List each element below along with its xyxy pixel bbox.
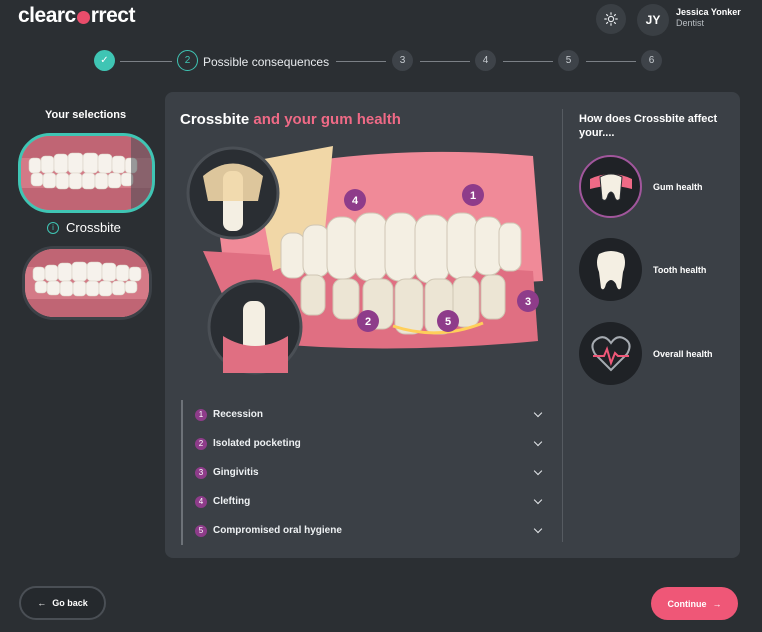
step-number: 2 [184,55,191,66]
step-connector [586,61,636,62]
marker-5-label: 5 [445,316,451,328]
step-2-label: Possible consequences [203,55,330,69]
consequence-number: 4 [195,495,207,508]
side-item-gum-health[interactable]: Gum health [579,155,703,218]
step-4[interactable]: 4 [475,50,496,71]
side-item-label: Tooth health [653,264,707,275]
go-back-label: Go back [52,598,88,608]
side-item-label: Overall health [653,348,713,359]
crossbite-teeth-image [21,136,152,210]
accordion-item-compromised-oral-hygiene[interactable]: 5 Compromised oral hygiene [181,516,551,545]
sun-icon [604,12,618,26]
gum-health-icon [579,155,642,218]
step-connector [503,61,553,62]
consequence-number: 5 [195,524,207,537]
consequence-number: 2 [195,437,207,450]
consequence-label: Isolated pocketing [213,438,301,449]
chevron-down-icon [533,408,543,418]
accordion-item-recession[interactable]: 1 Recession [181,400,551,429]
avatar-initials: JY [645,13,661,27]
clearcorrect-logo[interactable]: clearc rrect [18,4,135,28]
consequence-label: Clefting [213,496,251,507]
accordion-item-clefting[interactable]: 4 Clefting [181,487,551,516]
brightness-button[interactable] [596,4,626,34]
chevron-down-icon [533,437,543,447]
selection-card-crossbite[interactable] [18,133,155,213]
tooth-health-icon [579,238,642,301]
consequence-label: Compromised oral hygiene [213,525,342,536]
side-item-label: Gum health [653,181,703,192]
user-avatar[interactable]: JY [637,4,669,36]
title-condition: Crossbite [180,111,250,128]
progress-stepper: ✓ 2 Possible consequences 3 4 5 6 [94,50,674,72]
user-name: Jessica Yonker [676,7,741,17]
go-back-button[interactable]: ← Go back [19,586,106,620]
marker-1-label: 1 [470,190,476,202]
step-connector [420,61,470,62]
step-number: 4 [482,55,489,66]
side-question: How does Crossbite affect your.... [579,113,718,139]
crossbite-gum-illustration: 1 2 3 4 5 [186,146,543,375]
step-number: 5 [565,55,572,66]
crossbite-label: Crossbite [66,220,121,235]
consequence-number: 3 [195,466,207,479]
logo-o-icon [76,10,90,24]
step-number: 3 [399,55,406,66]
accordion-item-gingivitis[interactable]: 3 Gingivitis [181,458,551,487]
arrow-left-icon: ← [37,598,47,608]
consequences-panel: Crossbite and your gum health 1 2 3 4 5 … [165,92,740,558]
marker-2-label: 2 [365,316,371,328]
user-role: Dentist [676,18,705,28]
title-topic: and your gum health [249,111,401,128]
marker-4-label: 4 [352,195,359,207]
chevron-down-icon [533,495,543,505]
step-connector [336,61,386,62]
arrow-right-icon: → [712,598,722,609]
side-item-tooth-health[interactable]: Tooth health [579,238,706,301]
selections-title: Your selections [45,109,127,121]
continue-label: Continue [667,598,707,609]
user-info: Jessica Yonker Dentist [676,7,741,29]
side-item-overall-health[interactable]: Overall health [579,322,713,385]
consequence-number: 1 [195,408,207,421]
chevron-down-icon [533,466,543,476]
info-icon[interactable]: i [47,221,59,234]
step-2-active[interactable]: 2 [177,50,198,71]
consequence-label: Recession [213,409,264,420]
consequences-accordion: 1 Recession 2 Isolated pocketing 3 Gingi… [181,400,551,545]
step-number: 6 [648,55,655,66]
selection-label-crossbite: i Crossbite [47,220,121,235]
logo-text-left: clearc [18,4,76,27]
step-6[interactable]: 6 [641,50,662,71]
step-5[interactable]: 5 [558,50,579,71]
logo-text-right: rrect [90,4,136,27]
step-1-done[interactable]: ✓ [94,50,115,71]
selection-card-alternative[interactable] [22,246,152,320]
marker-3-label: 3 [525,296,531,308]
step-connector [120,61,172,62]
chevron-down-icon [533,524,543,534]
panel-title: Crossbite and your gum health [180,111,401,128]
panel-divider [562,109,563,542]
check-icon: ✓ [100,55,109,66]
heart-health-icon [579,322,642,385]
accordion-item-isolated-pocketing[interactable]: 2 Isolated pocketing [181,429,551,458]
step-3[interactable]: 3 [392,50,413,71]
consequence-label: Gingivitis [213,467,259,478]
teeth-image [25,249,149,317]
continue-button[interactable]: Continue → [651,587,738,620]
